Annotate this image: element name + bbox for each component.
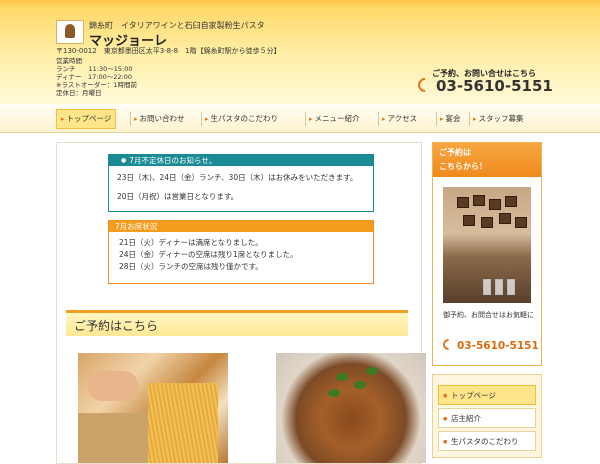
pasta-making-photo[interactable] [78, 353, 228, 463]
nav-item-top[interactable]: トップページ [56, 109, 117, 129]
photo-herb [354, 381, 366, 389]
photo-herb [336, 373, 348, 381]
main-content: 7月不定休日のお知らせ。 23日（木)、24日（金）ランチ、30日（木）はお休み… [56, 142, 426, 464]
hours-line: ランチ 11:30〜15:00 [56, 65, 133, 73]
phone-icon [440, 336, 457, 353]
header-phone-number: 03-5610-5151 [436, 77, 553, 95]
photo-frame [515, 217, 527, 228]
photo-glass [507, 279, 515, 295]
reservation-heading: ご予約はこちら [66, 310, 408, 336]
global-nav: トップページ お問い合わせ 生パスタのこだわり メニュー紹介 アクセス 宴会 ス… [0, 104, 600, 133]
nav-divider [130, 112, 131, 126]
sidebar-phone-number: 03-5610-5151 [457, 340, 539, 352]
holiday-notice-line: 20日（月祝）は営業日となります。 [117, 192, 239, 201]
photo-glass [495, 279, 503, 295]
logo-chef-icon [65, 24, 75, 38]
holiday-notice-line: 23日（木)、24日（金）ランチ、30日（木）はお休みをいただきます。 [117, 173, 358, 182]
side-nav-item-top[interactable]: トップページ [438, 385, 536, 406]
photo-frame [473, 195, 485, 206]
nav-divider [201, 112, 202, 126]
seat-status-notice: 7月お席状況 21日（火）ディナーは満席となりました。 24日（金）ディナーの空… [108, 220, 374, 284]
sidebar-heading-line: こちらから！ [439, 162, 487, 171]
sidebar-heading: ご予約は こちらから！ [433, 143, 541, 177]
nav-item-contact[interactable]: お問い合わせ [134, 109, 185, 129]
photo-glass [483, 279, 491, 295]
photo-frame [481, 217, 493, 228]
business-hours: 営業時間 ランチ 11:30〜15:00 ディナー 17:00〜22:00 ※ラ… [56, 57, 137, 97]
seat-status-line: 21日（火）ディナーは満席となりました。 [119, 238, 263, 247]
address: 〒130-0012 東京都墨田区太平3-8-8 1階【錦糸町駅から徒歩５分】 [56, 47, 281, 55]
photo-hands [88, 371, 138, 401]
nav-item-recruit[interactable]: スタッフ募集 [473, 109, 524, 129]
header-phone[interactable]: 03-5610-5151 [415, 75, 553, 95]
side-nav-item-owner[interactable]: 店主紹介 [438, 408, 536, 429]
nav-divider [305, 112, 306, 126]
nav-item-pasta[interactable]: 生パスタのこだわり [205, 109, 279, 129]
photo-herb [366, 367, 378, 375]
photo-noodles [148, 383, 218, 463]
nav-item-menu[interactable]: メニュー紹介 [309, 109, 360, 129]
sidebar-phone[interactable]: 03-5610-5151 [440, 336, 539, 353]
nav-divider [469, 112, 470, 126]
hours-line: ※ラストオーダー：1時間前 [56, 81, 137, 89]
site-header: 錦糸町 イタリアワインと石臼自家製粉生パスタ マッジョーレ 〒130-0012 … [0, 0, 600, 104]
nav-divider [436, 112, 437, 126]
holiday-notice: 7月不定休日のお知らせ。 23日（木)、24日（金）ランチ、30日（木）はお休み… [108, 154, 374, 212]
pasta-dish-photo[interactable] [276, 353, 426, 463]
nav-item-access[interactable]: アクセス [382, 109, 418, 129]
seat-status-title: 7月お席状況 [109, 221, 373, 232]
sidebar-text: 御予約、お問合せはお気軽に [443, 311, 534, 319]
hours-line: 営業時間 [56, 57, 82, 65]
phone-icon [415, 75, 435, 95]
seat-status-line: 24日（金）ディナーの空席は残り1席となりました。 [119, 250, 298, 259]
side-nav: トップページ 店主紹介 生パスタのこだわり [432, 374, 542, 458]
logo[interactable] [56, 20, 84, 44]
restaurant-interior-photo [443, 187, 531, 303]
nav-item-banquet[interactable]: 宴会 [440, 109, 461, 129]
side-nav-item-pasta[interactable]: 生パスタのこだわり [438, 431, 536, 452]
photo-frame [499, 213, 511, 224]
holiday-notice-title: 7月不定休日のお知らせ。 [109, 155, 373, 166]
sidebar-heading-line: ご予約は [439, 148, 471, 157]
reservation-sidebar: ご予約は こちらから！ 御予約、お問合せはお気軽に 03-5610-5151 [432, 142, 542, 366]
nav-divider [378, 112, 379, 126]
seat-status-line: 28日（火）ランチの空席は残り僅かです。 [119, 262, 263, 271]
hours-line: ディナー 17:00〜22:00 [56, 73, 133, 81]
photo-herb [328, 389, 340, 397]
photo-frame [489, 199, 501, 210]
photo-frame [457, 197, 469, 208]
photo-frame [463, 215, 475, 226]
hours-line: 定休日：月曜日 [56, 89, 102, 97]
photo-frame [505, 196, 517, 207]
